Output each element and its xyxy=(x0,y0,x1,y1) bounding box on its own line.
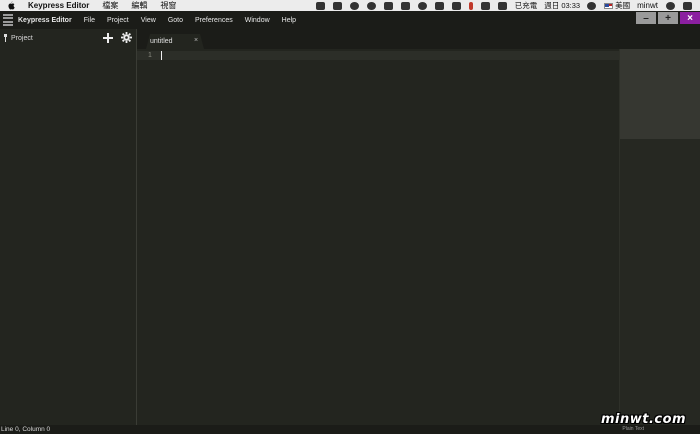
cursor-position: Line 0, Column 0 xyxy=(1,426,51,433)
code-editor[interactable]: 1 xyxy=(137,49,619,425)
wifi-icon[interactable] xyxy=(587,1,597,10)
sidebar-title: Project xyxy=(11,34,33,42)
minimize-button[interactable]: – xyxy=(636,12,656,24)
tab-untitled[interactable]: untitled × xyxy=(146,34,204,49)
menubar-tray: 已充電 週日 03:33 美國 minwt xyxy=(315,0,700,11)
volume-icon[interactable] xyxy=(480,1,490,10)
menu-project[interactable]: Project xyxy=(107,17,129,24)
add-icon[interactable] xyxy=(103,33,113,43)
tab-bar: untitled × xyxy=(137,29,700,49)
search-icon[interactable] xyxy=(666,1,675,10)
menu-view[interactable]: View xyxy=(141,17,156,24)
maximize-button[interactable]: + xyxy=(658,12,678,24)
app-title: Keypress Editor xyxy=(18,16,72,24)
tab-close-icon[interactable]: × xyxy=(194,37,198,44)
menu-file[interactable]: File xyxy=(84,17,95,24)
record-icon[interactable] xyxy=(468,1,473,10)
macos-menu-window[interactable]: 視窗 xyxy=(160,0,176,11)
minimap[interactable] xyxy=(619,49,700,425)
sidebar-header: Project xyxy=(0,29,136,47)
user-name[interactable]: minwt xyxy=(637,1,658,10)
menu-window[interactable]: Window xyxy=(245,17,270,24)
watermark: minwt.com xyxy=(601,412,687,427)
minimap-viewport[interactable] xyxy=(620,49,700,139)
battery-status: 已充電 xyxy=(514,1,538,10)
macos-menu: Keypress Editor 檔案 編輯 視窗 xyxy=(28,0,189,11)
active-line-highlight xyxy=(137,51,619,60)
tool-icon[interactable] xyxy=(434,1,444,10)
macos-menu-app[interactable]: Keypress Editor xyxy=(28,0,89,11)
sync-icon[interactable] xyxy=(417,1,427,10)
status-bar: Line 0, Column 0 Plain Text xyxy=(0,425,700,434)
window-controls: – + × xyxy=(634,12,700,24)
drive-icon[interactable] xyxy=(451,1,461,10)
menu-preferences[interactable]: Preferences xyxy=(195,17,233,24)
gear-icon[interactable] xyxy=(121,32,132,43)
face-icon[interactable] xyxy=(366,1,376,10)
line-icon[interactable] xyxy=(349,1,359,10)
close-button[interactable]: × xyxy=(680,12,700,24)
macos-menu-file[interactable]: 檔案 xyxy=(102,0,118,11)
menu-goto[interactable]: Goto xyxy=(168,17,183,24)
app-header: Keypress Editor File Project View Goto P… xyxy=(0,11,700,29)
camera-icon[interactable] xyxy=(315,1,325,10)
airplane-icon[interactable] xyxy=(383,1,393,10)
list-icon[interactable] xyxy=(683,1,692,10)
apple-icon[interactable] xyxy=(6,1,16,10)
app-logo-icon xyxy=(3,14,13,26)
macos-menubar: Keypress Editor 檔案 編輯 視窗 已充電 週日 03:33 美國… xyxy=(0,0,700,11)
clock[interactable]: 週日 03:33 xyxy=(544,0,580,11)
project-sidebar: Project xyxy=(0,29,137,425)
box-icon[interactable] xyxy=(400,1,410,10)
line-number: 1 xyxy=(148,52,152,59)
macos-menu-edit[interactable]: 編輯 xyxy=(131,0,147,11)
text-cursor xyxy=(161,51,162,60)
menu-help[interactable]: Help xyxy=(282,17,296,24)
battery-icon[interactable] xyxy=(497,1,507,10)
input-method[interactable]: 美國 xyxy=(615,0,630,11)
app-icon[interactable] xyxy=(332,1,342,10)
project-icon xyxy=(3,34,8,42)
us-flag-icon[interactable] xyxy=(604,2,614,9)
tab-label: untitled xyxy=(150,38,173,45)
app-window: Keypress Editor 檔案 編輯 視窗 已充電 週日 03:33 美國… xyxy=(0,0,700,434)
